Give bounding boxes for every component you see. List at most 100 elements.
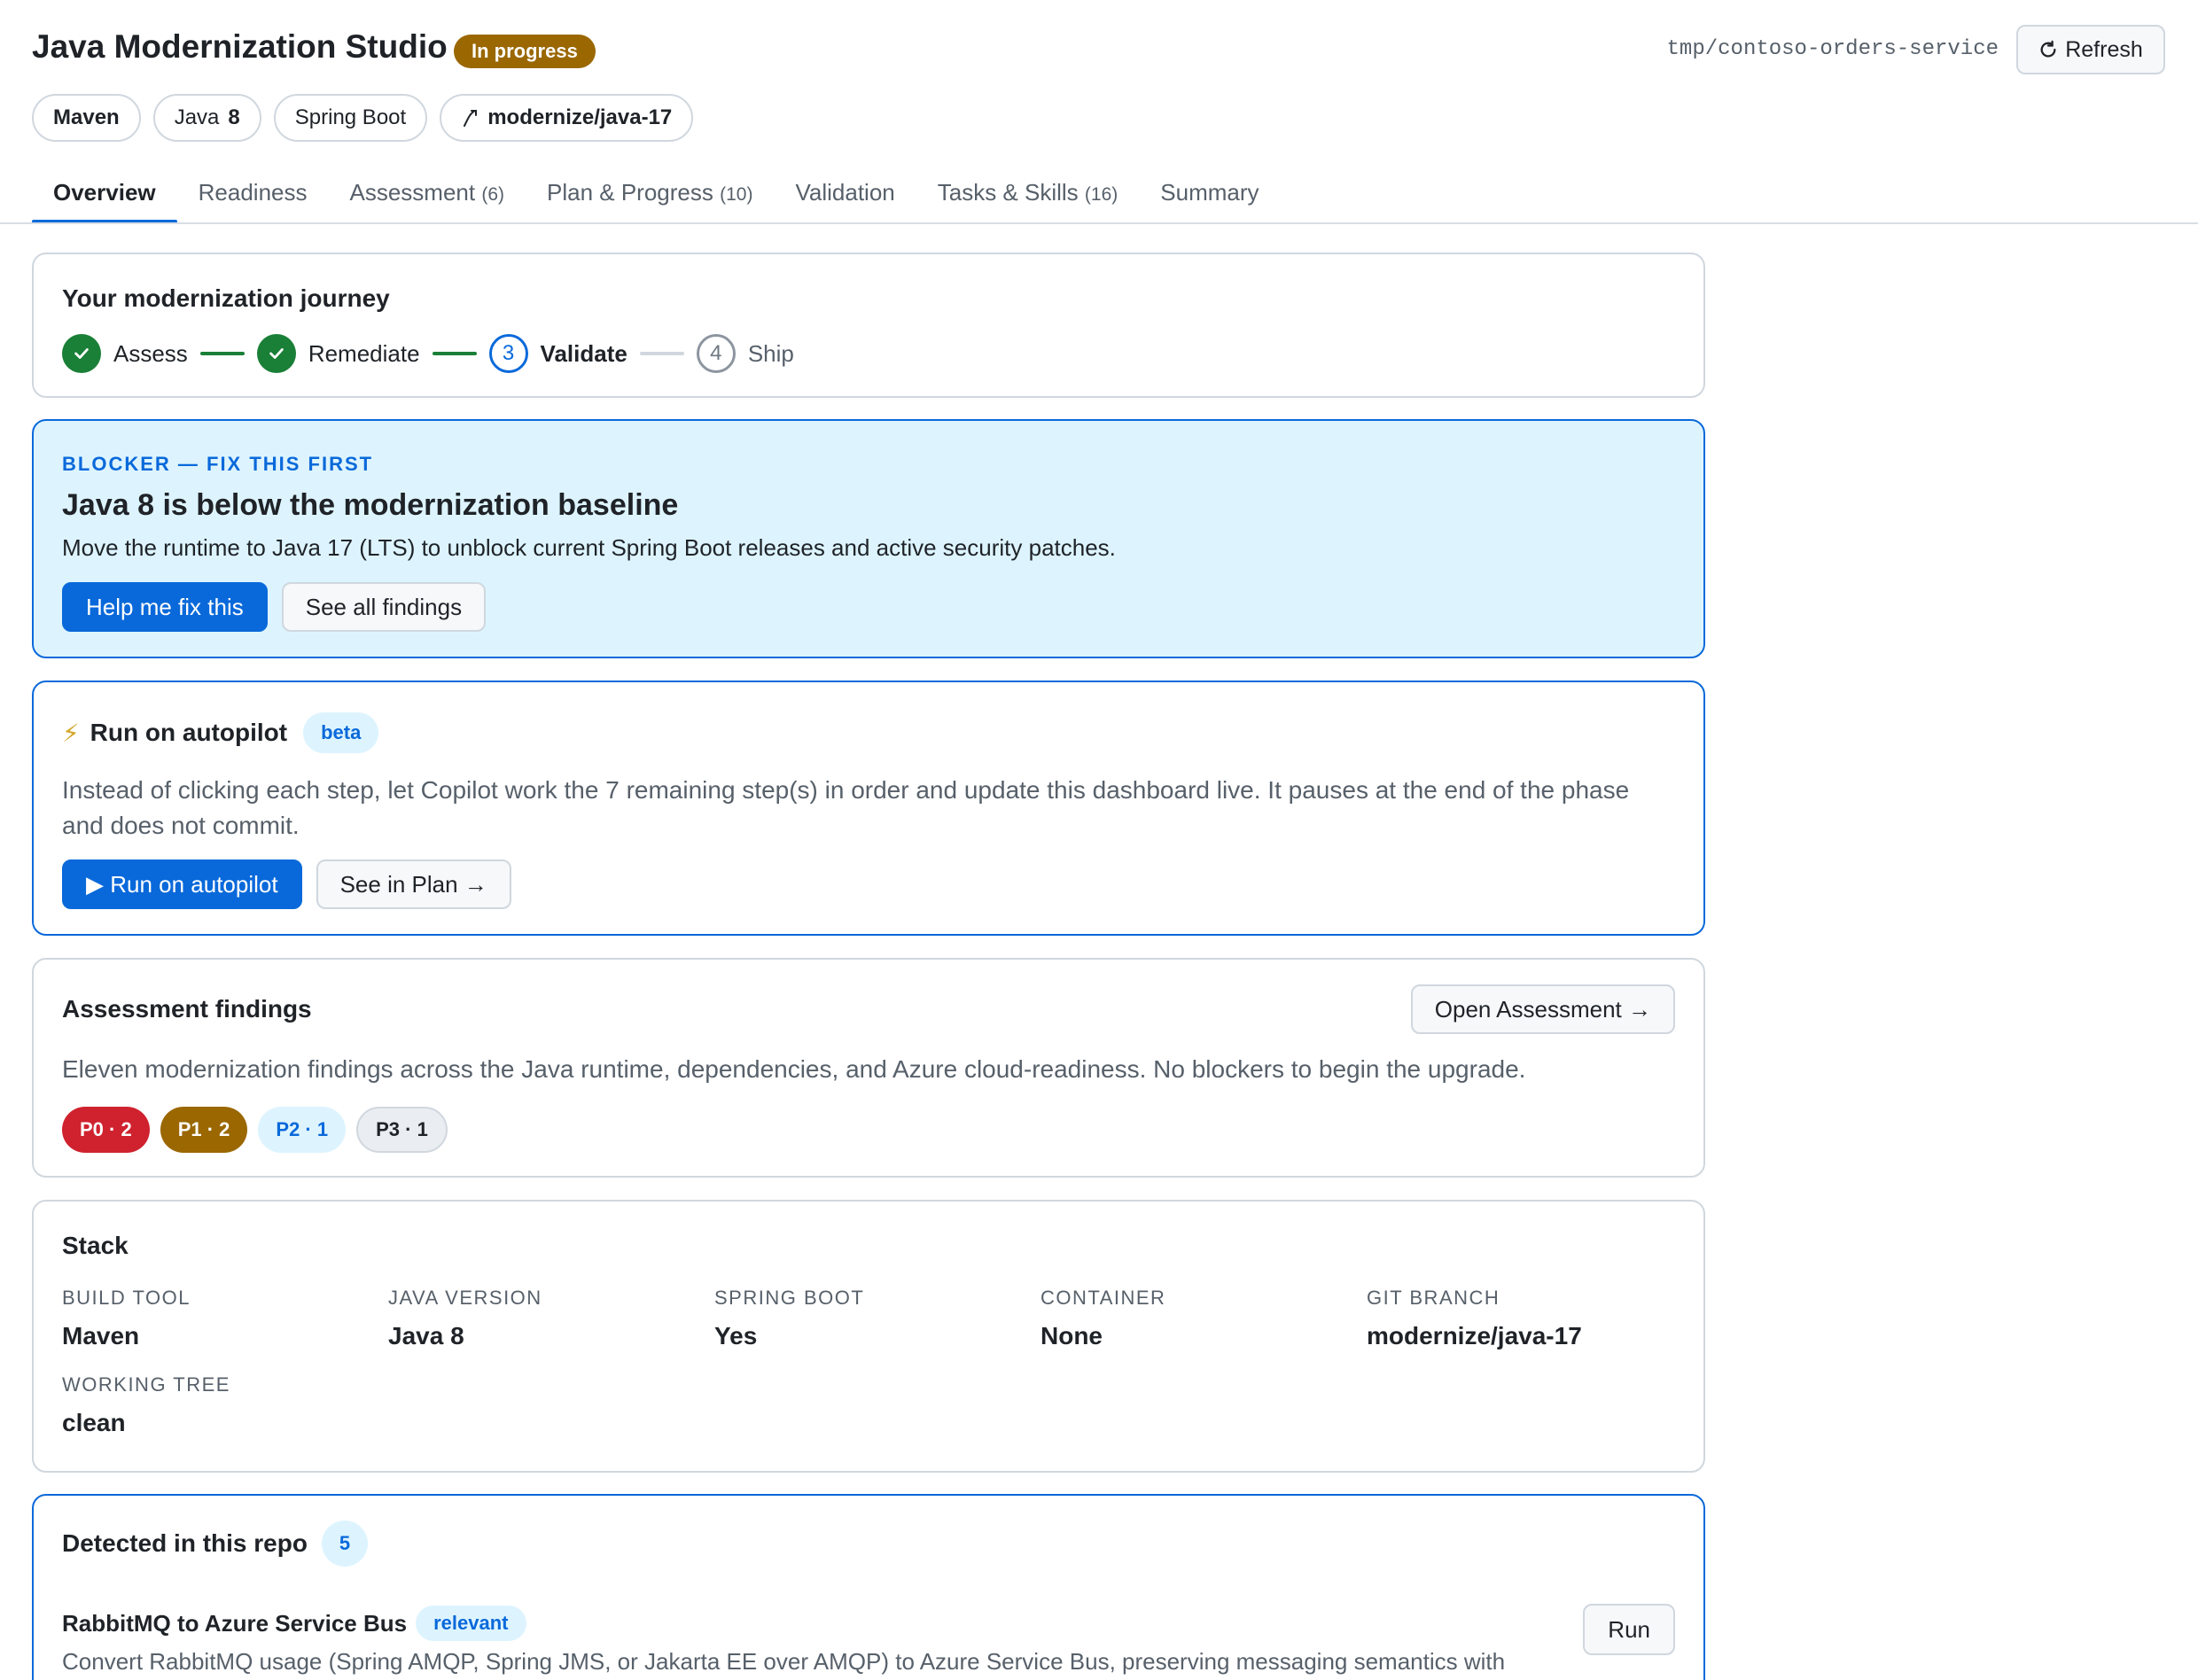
fact-value: Yes	[714, 1322, 758, 1349]
step-ship-number: 4	[696, 334, 736, 373]
fact-label: BUILD TOOL	[62, 1287, 191, 1309]
tab-count: (6)	[481, 184, 505, 205]
step-connector	[432, 352, 477, 355]
detected-item-header: RabbitMQ to Azure Service Bus relevant	[62, 1606, 526, 1641]
fact-git-branch: GIT BRANCH modernize/java-17	[1367, 1287, 1693, 1350]
severity-pills: P0 · 2 P1 · 2 P2 · 1 P3 · 1	[62, 1107, 448, 1153]
fact-spring-boot: SPRING BOOT Yes	[714, 1287, 1041, 1350]
beta-badge: beta	[303, 712, 379, 753]
tab-label: Validation	[795, 179, 895, 206]
fact-label: SPRING BOOT	[714, 1287, 865, 1309]
run-skill-button[interactable]: Run	[1583, 1604, 1675, 1655]
open-assessment-button[interactable]: Open Assessment →	[1410, 984, 1675, 1034]
stack-chips: Maven Java 8 Spring Boot modernize/java-…	[32, 94, 694, 142]
app-title: Java Modernization Studio	[32, 28, 448, 65]
fact-value: Java 8	[388, 1322, 464, 1349]
autopilot-title-row: ⚡ Run on autopilot beta	[62, 712, 379, 753]
fact-value: modernize/java-17	[1367, 1322, 1582, 1349]
stack-facts: BUILD TOOL Maven JAVA VERSION Java 8 SPR…	[62, 1287, 1693, 1437]
tab-tasks-skills[interactable]: Tasks & Skills (16)	[916, 175, 1140, 222]
severity-p3-pill[interactable]: P3 · 1	[356, 1107, 448, 1153]
fact-label: JAVA VERSION	[388, 1287, 542, 1309]
findings-description: Eleven modernization findings across the…	[62, 1055, 1526, 1083]
step-validate-number: 3	[488, 334, 528, 373]
relevant-badge: relevant	[416, 1606, 526, 1641]
tab-summary[interactable]: Summary	[1139, 175, 1280, 222]
fact-java-version: JAVA VERSION Java 8	[388, 1287, 714, 1350]
severity-p1-pill[interactable]: P1 · 2	[160, 1107, 248, 1153]
journey-title: Your modernization journey	[62, 284, 390, 312]
tab-assessment[interactable]: Assessment (6)	[329, 175, 526, 222]
findings-card: Assessment findings Open Assessment → El…	[32, 958, 1705, 1178]
check-icon	[62, 334, 101, 373]
run-autopilot-button[interactable]: ▶ Run on autopilot	[62, 859, 302, 909]
step-connector	[639, 352, 684, 355]
autopilot-card: ⚡ Run on autopilot beta Instead of click…	[32, 681, 1705, 936]
detected-item-name: RabbitMQ to Azure Service Bus	[62, 1609, 408, 1637]
fact-working-tree: WORKING TREE clean	[62, 1373, 388, 1437]
fact-value: Maven	[62, 1322, 140, 1349]
stack-card: Stack BUILD TOOL Maven JAVA VERSION Java…	[32, 1200, 1705, 1473]
chip-build-tool: Maven	[32, 94, 141, 142]
tab-bar: Overview Readiness Assessment (6) Plan &…	[32, 175, 1281, 223]
autopilot-actions: ▶ Run on autopilot See in Plan →	[62, 859, 511, 909]
tab-label: Tasks & Skills	[937, 179, 1079, 206]
bolt-icon: ⚡	[62, 719, 80, 747]
journey-steps: Assess Remediate 3 Validate 4 Ship	[62, 334, 794, 373]
check-icon	[256, 334, 296, 373]
chip-java-number: 8	[228, 105, 240, 129]
tab-count: (10)	[720, 184, 753, 205]
detected-count-badge: 5	[321, 1521, 368, 1567]
findings-title: Assessment findings	[62, 995, 312, 1023]
chip-branch-label: modernize/java-17	[487, 105, 673, 129]
fact-container: CONTAINER None	[1041, 1287, 1367, 1350]
tab-label: Readiness	[198, 179, 308, 206]
tab-plan-progress[interactable]: Plan & Progress (10)	[526, 175, 774, 222]
step-connector	[199, 352, 245, 355]
git-branch-icon	[464, 110, 478, 127]
autopilot-title: Run on autopilot	[90, 719, 288, 746]
tab-label: Assessment	[349, 179, 476, 206]
blocker-eyebrow: BLOCKER — FIX THIS FIRST	[62, 453, 374, 475]
tab-readiness[interactable]: Readiness	[177, 175, 329, 222]
fact-value: None	[1041, 1322, 1103, 1349]
detected-card: Detected in this repo 5 RabbitMQ to Azur…	[32, 1494, 1705, 1680]
blocker-headline: Java 8 is below the modernization baseli…	[62, 488, 679, 522]
tab-label: Overview	[53, 179, 156, 206]
see-in-plan-button[interactable]: See in Plan →	[316, 859, 511, 909]
tabs-divider	[0, 222, 2198, 224]
autopilot-description: Instead of clicking each step, let Copil…	[62, 776, 1630, 839]
severity-p2-pill[interactable]: P2 · 1	[258, 1107, 347, 1153]
blocker-actions: Help me fix this See all findings	[62, 582, 487, 632]
fact-label: GIT BRANCH	[1367, 1287, 1500, 1309]
step-assess-label: Assess	[113, 339, 188, 367]
severity-p0-pill[interactable]: P0 · 2	[62, 1107, 150, 1153]
repo-path: tmp/contoso-orders-service	[1666, 37, 1999, 61]
fact-build-tool: BUILD TOOL Maven	[62, 1287, 388, 1350]
refresh-icon	[2040, 40, 2056, 58]
fact-label: WORKING TREE	[62, 1373, 230, 1396]
step-ship-label: Ship	[747, 339, 794, 367]
detected-title-row: Detected in this repo 5	[62, 1521, 368, 1567]
journey-card: Your modernization journey Assess Remedi…	[32, 253, 1705, 398]
fact-value: clean	[62, 1409, 126, 1436]
chip-java-prefix: Java	[174, 105, 220, 129]
chip-framework: Spring Boot	[273, 94, 428, 142]
tab-validation[interactable]: Validation	[774, 175, 916, 222]
chip-java-version: Java 8	[152, 94, 261, 142]
tab-label: Summary	[1160, 179, 1259, 206]
status-badge: In progress	[454, 35, 596, 68]
refresh-label: Refresh	[2065, 36, 2143, 62]
tab-count: (16)	[1084, 184, 1118, 205]
refresh-button[interactable]: Refresh	[2016, 25, 2165, 74]
stack-title: Stack	[62, 1232, 129, 1259]
chip-branch: modernize/java-17	[440, 94, 694, 142]
fact-label: CONTAINER	[1041, 1287, 1166, 1309]
see-all-findings-button[interactable]: See all findings	[281, 582, 487, 632]
tab-overview[interactable]: Overview	[32, 175, 177, 223]
detected-item-description: Convert RabbitMQ usage (Spring AMQP, Spr…	[62, 1648, 1506, 1675]
help-me-fix-button[interactable]: Help me fix this	[62, 582, 268, 632]
step-remediate-label: Remediate	[308, 339, 420, 367]
step-validate-label: Validate	[540, 339, 627, 367]
blocker-description: Move the runtime to Java 17 (LTS) to unb…	[62, 534, 1116, 561]
